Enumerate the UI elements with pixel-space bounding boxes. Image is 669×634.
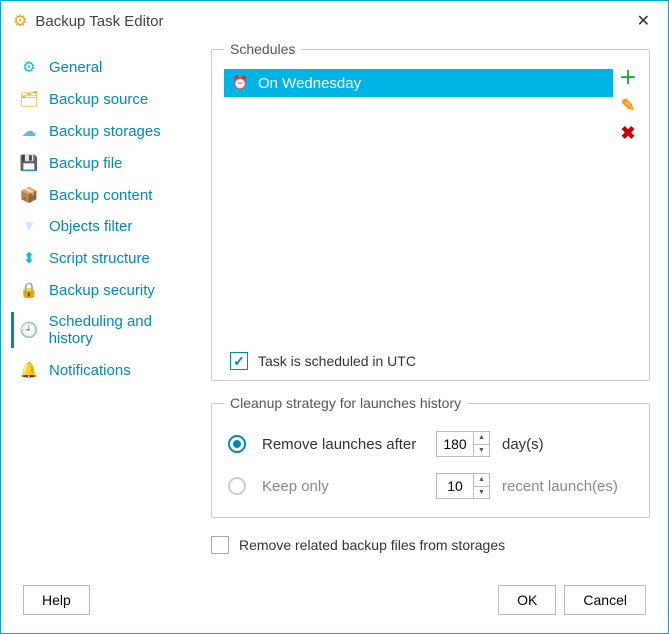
nav-scheduling[interactable]: 🕘 Scheduling and history xyxy=(1,306,211,354)
sidebar-item-label: Backup security xyxy=(49,282,155,299)
nav-script-structure[interactable]: ⬍ Script structure xyxy=(1,242,211,274)
nav-general-icon: ⚙ xyxy=(19,58,39,76)
schedules-legend: Schedules xyxy=(224,41,301,57)
recent-suffix: recent launch(es) xyxy=(502,478,618,495)
delete-schedule-icon[interactable]: ✖ xyxy=(620,124,635,142)
nav-backup-source-icon: 🗂 xyxy=(19,90,39,108)
nav-objects-filter-icon: ▼ xyxy=(19,218,39,235)
sidebar-item-label: Backup content xyxy=(49,187,152,204)
radio-remove-after[interactable] xyxy=(228,435,246,453)
nav-objects-filter[interactable]: ▼ Objects filter xyxy=(1,211,211,242)
nav-backup-file-icon: 💾 xyxy=(19,154,39,172)
days-spinner: ▲ ▼ xyxy=(436,431,490,457)
nav-script-structure-icon: ⬍ xyxy=(19,249,39,267)
nav-notifications[interactable]: 🔔 Notifications xyxy=(1,354,211,386)
nav-backup-security-icon: 🔒 xyxy=(19,281,39,299)
nav-backup-content-icon: 📦 xyxy=(19,186,39,204)
schedules-list[interactable]: ⏰ On Wednesday xyxy=(224,69,613,344)
titlebar: ⚙ Backup Task Editor ✕ xyxy=(1,1,668,41)
recent-input[interactable] xyxy=(437,474,473,498)
days-suffix: day(s) xyxy=(502,436,544,453)
window-title: Backup Task Editor xyxy=(35,13,630,30)
remove-related-checkbox[interactable] xyxy=(211,536,229,554)
schedule-row[interactable]: ⏰ On Wednesday xyxy=(224,69,613,97)
add-schedule-icon[interactable]: ＋ xyxy=(619,69,637,87)
close-icon[interactable]: ✕ xyxy=(631,9,656,33)
utc-row: Task is scheduled in UTC xyxy=(224,352,637,370)
nav-backup-storages[interactable]: ☁ Backup storages xyxy=(1,115,211,147)
clock-icon: ⏰ xyxy=(232,75,250,91)
nav-backup-security[interactable]: 🔒 Backup security xyxy=(1,274,211,306)
ok-button[interactable]: OK xyxy=(498,585,556,615)
nav-backup-file[interactable]: 💾 Backup file xyxy=(1,147,211,179)
radio-keep-only[interactable] xyxy=(228,477,246,495)
gear-icon: ⚙ xyxy=(13,11,27,31)
nav-scheduling-icon: 🕘 xyxy=(19,321,39,339)
sidebar-item-label: Objects filter xyxy=(49,218,132,235)
schedules-group: Schedules ⏰ On Wednesday ＋ ✎ ✖ xyxy=(211,41,650,381)
nav-general[interactable]: ⚙ General xyxy=(1,51,211,83)
days-input[interactable] xyxy=(437,432,473,456)
window-body: ⚙ General 🗂 Backup source ☁ Backup storages 💾 B… xyxy=(1,41,668,571)
sidebar-item-label: Notifications xyxy=(49,362,131,379)
footer: Help OK Cancel xyxy=(1,571,668,633)
backup-task-editor-window: ⚙ Backup Task Editor ✕ ⚙ General 🗂 Backup s… xyxy=(0,0,669,634)
cleanup-legend: Cleanup strategy for launches history xyxy=(224,395,467,411)
nav-backup-content[interactable]: 📦 Backup content xyxy=(1,179,211,211)
utc-label: Task is scheduled in UTC xyxy=(258,353,416,369)
main-panel: Schedules ⏰ On Wednesday ＋ ✎ ✖ xyxy=(211,41,668,571)
nav-notifications-icon: 🔔 xyxy=(19,361,39,379)
sidebar: ⚙ General 🗂 Backup source ☁ Backup storages 💾 B… xyxy=(1,41,211,571)
sidebar-item-label: General xyxy=(49,59,102,76)
schedule-row-text: On Wednesday xyxy=(258,75,361,92)
remove-related-row: Remove related backup files from storage… xyxy=(211,532,650,554)
cleanup-option-keep-only: Keep only ▲ ▼ recent launch(es) xyxy=(224,465,637,507)
remove-related-label: Remove related backup files from storage… xyxy=(239,537,505,553)
sidebar-item-label: Backup file xyxy=(49,155,122,172)
cleanup-option-remove-after: Remove launches after ▲ ▼ day(s) xyxy=(224,423,637,465)
days-up-icon[interactable]: ▲ xyxy=(474,432,489,445)
edit-schedule-icon[interactable]: ✎ xyxy=(621,97,635,114)
recent-up-icon[interactable]: ▲ xyxy=(474,474,489,487)
schedules-list-wrap: ⏰ On Wednesday ＋ ✎ ✖ xyxy=(224,69,637,344)
sidebar-item-label: Script structure xyxy=(49,250,150,267)
days-down-icon[interactable]: ▼ xyxy=(474,445,489,457)
recent-down-icon[interactable]: ▼ xyxy=(474,487,489,499)
cancel-button[interactable]: Cancel xyxy=(564,585,646,615)
sidebar-item-label: Scheduling and history xyxy=(49,313,197,347)
sidebar-item-label: Backup storages xyxy=(49,123,161,140)
cleanup-group: Cleanup strategy for launches history Re… xyxy=(211,395,650,518)
schedule-actions: ＋ ✎ ✖ xyxy=(613,69,637,344)
remove-after-label: Remove launches after xyxy=(262,436,432,453)
sidebar-item-label: Backup source xyxy=(49,91,148,108)
utc-checkbox[interactable] xyxy=(230,352,248,370)
nav-backup-source[interactable]: 🗂 Backup source xyxy=(1,83,211,115)
nav-backup-storages-icon: ☁ xyxy=(19,122,39,140)
recent-spinner: ▲ ▼ xyxy=(436,473,490,499)
keep-only-label: Keep only xyxy=(262,478,432,495)
help-button[interactable]: Help xyxy=(23,585,90,615)
